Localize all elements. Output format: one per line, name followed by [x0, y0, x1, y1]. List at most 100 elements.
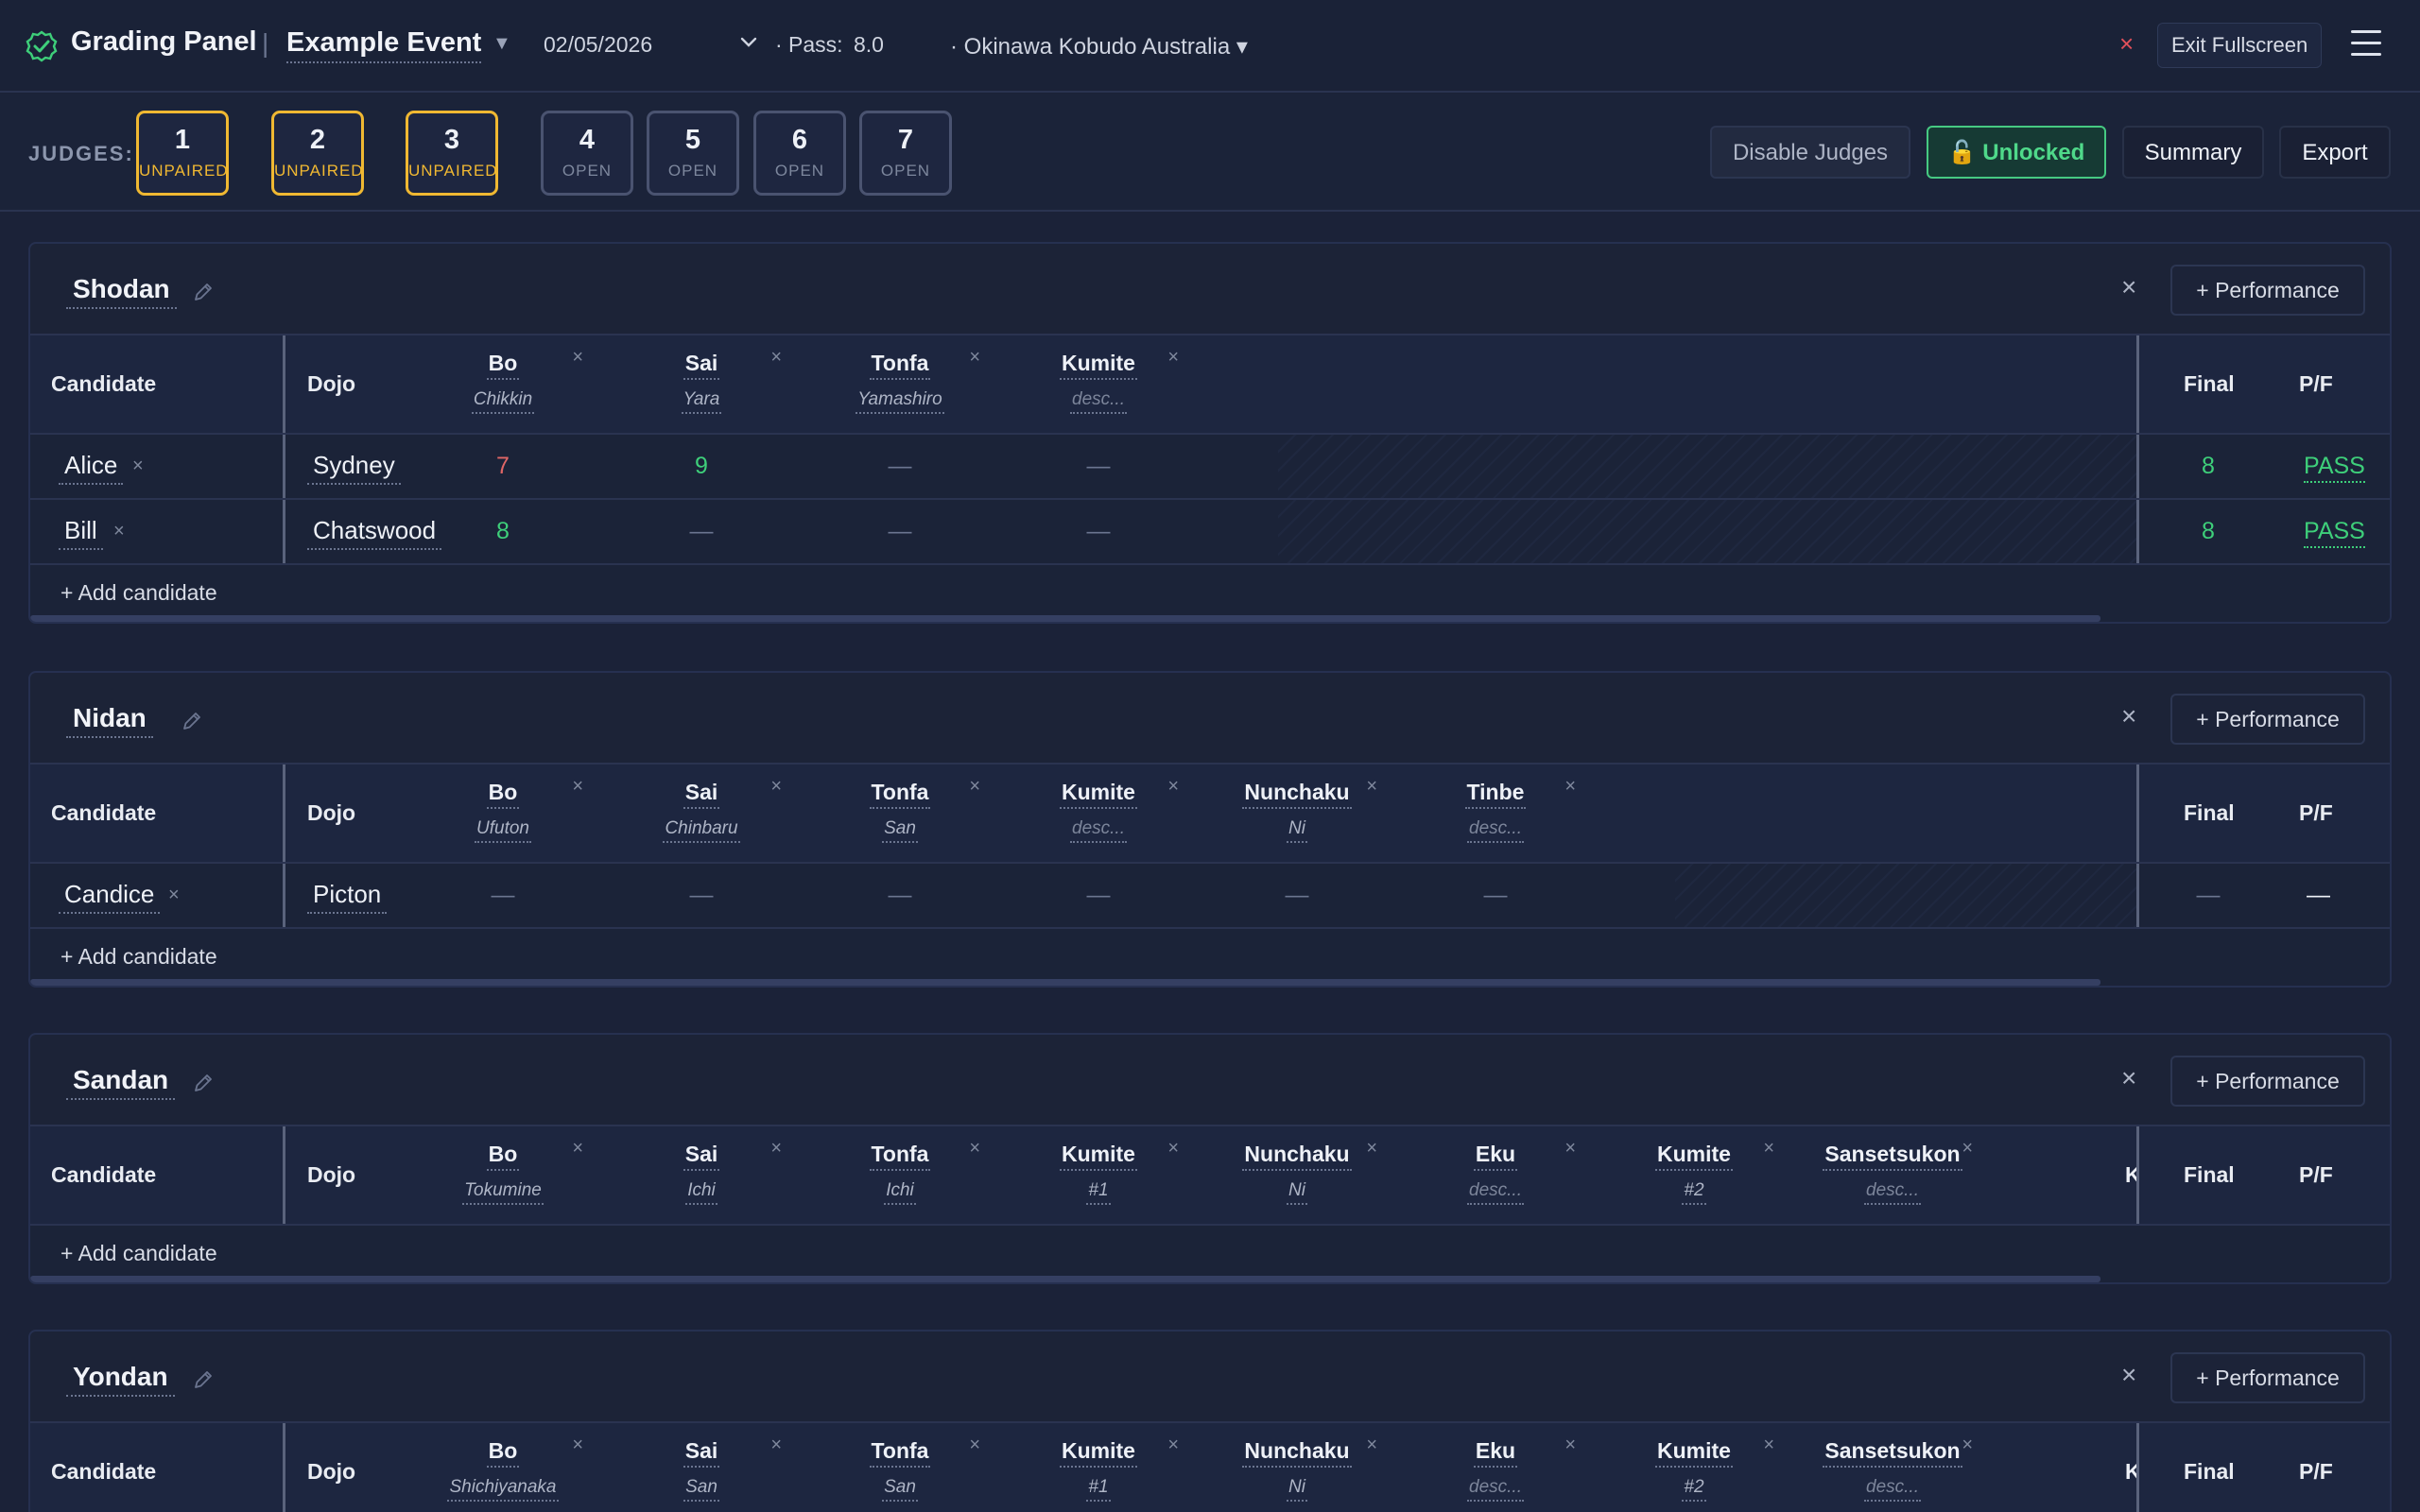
performance-description[interactable]: Ichi [884, 1180, 916, 1205]
event-dropdown-caret-icon[interactable]: ▼ [493, 33, 511, 55]
remove-performance-icon[interactable]: × [1564, 776, 1576, 798]
score-cell[interactable]: — [824, 453, 976, 480]
performance-name[interactable]: Kumite [1655, 1142, 1733, 1171]
performance-name[interactable]: Kumite [1060, 1142, 1137, 1171]
horizontal-scrollbar[interactable] [30, 1276, 2100, 1282]
performance-name[interactable]: Kumite [1060, 1438, 1137, 1468]
performance-name[interactable]: Kumite [1060, 780, 1137, 809]
performance-name[interactable]: Nunchaku [1242, 1142, 1352, 1171]
event-name[interactable]: Example Event [286, 27, 482, 63]
score-cell[interactable]: — [626, 518, 777, 545]
remove-performance-icon[interactable]: × [969, 1435, 980, 1456]
remove-performance-icon[interactable]: × [1366, 776, 1377, 798]
performance-description[interactable]: #1 [1086, 1180, 1111, 1205]
remove-performance-icon[interactable]: × [969, 776, 980, 798]
performance-description[interactable]: Chikkin [471, 389, 535, 414]
performance-name[interactable]: Nunchaku [1242, 780, 1352, 809]
performance-description[interactable]: Yara [681, 389, 722, 414]
add-performance-button[interactable]: + Performance [2170, 1352, 2365, 1403]
candidate-name[interactable]: Alice [59, 451, 124, 485]
remove-section-icon[interactable]: × [2121, 701, 2136, 731]
candidate-name[interactable]: Candice [59, 880, 161, 914]
score-cell[interactable]: — [1023, 882, 1174, 909]
pencil-icon[interactable] [191, 1367, 216, 1392]
remove-performance-icon[interactable]: × [1564, 1138, 1576, 1160]
remove-candidate-icon[interactable]: × [113, 521, 125, 542]
judge-4-slot[interactable]: 4 OPEN [541, 111, 633, 196]
add-candidate-button[interactable]: + Add candidate [60, 580, 217, 606]
performance-description[interactable]: desc... [1070, 818, 1127, 843]
score-cell[interactable]: 9 [626, 453, 777, 480]
pencil-icon[interactable] [191, 1071, 216, 1095]
remove-performance-icon[interactable]: × [1167, 1138, 1179, 1160]
performance-name[interactable]: Kumite [1060, 351, 1137, 380]
performance-name[interactable]: Tonfa [869, 780, 931, 809]
performance-name[interactable]: Sai [683, 351, 720, 380]
candidate-name[interactable]: Bill [59, 516, 103, 550]
remove-candidate-icon[interactable]: × [132, 455, 144, 477]
judge-6-slot[interactable]: 6 OPEN [753, 111, 846, 196]
dojo-name[interactable]: Sydney [307, 451, 401, 485]
performance-description[interactable]: #2 [1682, 1180, 1706, 1205]
section-title[interactable]: Nidan [66, 703, 153, 738]
exit-fullscreen-button[interactable]: Exit Fullscreen [2157, 23, 2323, 68]
performance-description[interactable]: desc... [1467, 1180, 1524, 1205]
performance-name[interactable]: Bo [486, 1438, 520, 1468]
judge-7-slot[interactable]: 7 OPEN [859, 111, 952, 196]
score-cell[interactable]: — [1420, 882, 1571, 909]
performance-name[interactable]: Bo [486, 351, 520, 380]
performance-name[interactable]: Bo [486, 780, 520, 809]
section-title[interactable]: Sandan [66, 1065, 176, 1100]
performance-name[interactable]: Sansetsukon [1823, 1142, 1962, 1171]
remove-performance-icon[interactable]: × [572, 347, 583, 369]
horizontal-scrollbar[interactable] [30, 979, 2100, 986]
performance-description[interactable]: Yamashiro [856, 389, 944, 414]
remove-performance-icon[interactable]: × [572, 1435, 583, 1456]
remove-performance-icon[interactable]: × [572, 1138, 583, 1160]
performance-description[interactable]: San [882, 1477, 918, 1502]
performance-description[interactable]: desc... [1070, 389, 1127, 414]
performance-description[interactable]: San [882, 818, 918, 843]
performance-name[interactable]: Sai [683, 780, 720, 809]
performance-description[interactable]: Tokumine [462, 1180, 544, 1205]
performance-description[interactable]: Ni [1287, 1477, 1307, 1502]
performance-name[interactable]: Bo [486, 1142, 520, 1171]
remove-candidate-icon[interactable]: × [168, 885, 180, 906]
dojo-name[interactable]: Chatswood [307, 516, 442, 550]
remove-section-icon[interactable]: × [2121, 1360, 2136, 1390]
pass-fail-status[interactable]: PASS [2304, 518, 2365, 548]
chevron-down-icon[interactable] [739, 36, 758, 49]
section-title[interactable]: Yondan [66, 1362, 175, 1397]
pencil-icon[interactable] [191, 280, 216, 304]
performance-description[interactable]: Shichiyanaka [447, 1477, 559, 1502]
score-cell[interactable]: — [1023, 518, 1174, 545]
hamburger-menu-icon[interactable] [2351, 30, 2381, 57]
remove-performance-icon[interactable]: × [572, 776, 583, 798]
performance-name[interactable]: Tonfa [869, 1438, 931, 1468]
judge-1-slot[interactable]: 1 UNPAIRED [136, 111, 229, 196]
remove-performance-icon[interactable]: × [1366, 1435, 1377, 1456]
performance-description[interactable]: #1 [1086, 1477, 1111, 1502]
remove-performance-icon[interactable]: × [1564, 1435, 1576, 1456]
performance-name[interactable]: Eku [1473, 1142, 1518, 1171]
horizontal-scrollbar[interactable] [30, 615, 2100, 622]
performance-description[interactable]: Ni [1287, 1180, 1307, 1205]
add-candidate-button[interactable]: + Add candidate [60, 1241, 217, 1266]
judge-3-slot[interactable]: 3 UNPAIRED [406, 111, 498, 196]
section-title[interactable]: Shodan [66, 274, 177, 309]
performance-description[interactable]: desc... [1467, 1477, 1524, 1502]
remove-performance-icon[interactable]: × [1763, 1138, 1774, 1160]
performance-description[interactable]: desc... [1864, 1180, 1921, 1205]
performance-name[interactable]: Sai [683, 1142, 720, 1171]
remove-performance-icon[interactable]: × [1962, 1435, 1973, 1456]
remove-section-icon[interactable]: × [2121, 1063, 2136, 1093]
remove-performance-icon[interactable]: × [1962, 1138, 1973, 1160]
remove-performance-icon[interactable]: × [1167, 1435, 1179, 1456]
performance-description[interactable]: desc... [1467, 818, 1524, 843]
remove-performance-icon[interactable]: × [770, 1138, 782, 1160]
score-cell[interactable]: — [427, 882, 579, 909]
disable-judges-button[interactable]: Disable Judges [1710, 126, 1910, 179]
score-cell[interactable]: — [824, 882, 976, 909]
score-cell[interactable]: — [626, 882, 777, 909]
export-button[interactable]: Export [2279, 126, 2391, 179]
